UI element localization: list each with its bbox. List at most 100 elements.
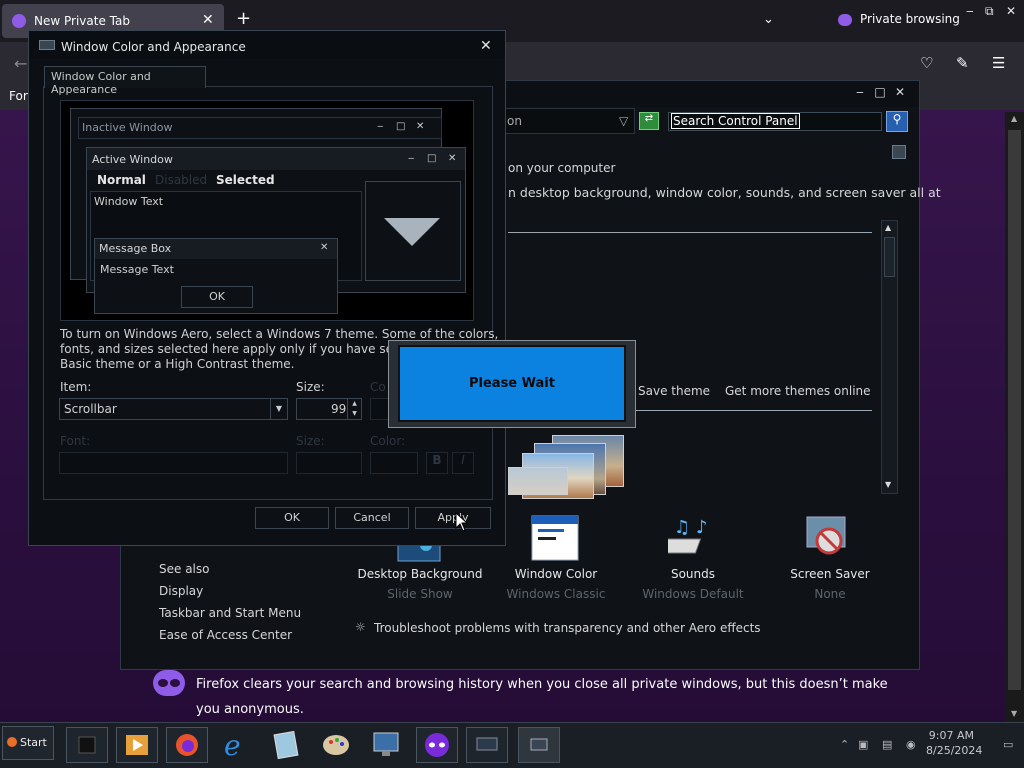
active-minimize-icon: ‒ <box>408 153 415 164</box>
show-desktop-icon[interactable]: ▭ <box>1003 738 1013 751</box>
themes-scrollbar[interactable]: ▲ ▼ <box>881 220 898 494</box>
see-also-taskbar-link[interactable]: Taskbar and Start Menu <box>159 606 301 620</box>
restore-window-button[interactable]: ⧉ <box>985 4 994 19</box>
please-wait-dialog: Please Wait <box>398 345 626 422</box>
item-dropdown-icon[interactable]: ▼ <box>270 399 287 419</box>
item-label: Item: <box>60 380 92 394</box>
tile-window-color-sub: Windows Classic <box>506 587 606 601</box>
taskbar-private-browsing-icon[interactable] <box>416 727 458 763</box>
get-more-themes-link[interactable]: Get more themes online <box>725 384 871 398</box>
cp-close-button[interactable]: ✕ <box>891 85 909 101</box>
dialog-close-icon[interactable]: ✕ <box>480 38 492 54</box>
item-select[interactable]: Scrollbar ▼ <box>59 398 288 420</box>
back-arrow-icon[interactable]: ← <box>14 54 27 73</box>
themes-scroll-thumb[interactable] <box>884 237 895 277</box>
search-placeholder: Search Control Panel <box>671 113 800 129</box>
size-stepper[interactable]: 99 ▲ ▼ <box>296 398 362 420</box>
tray-globe-icon[interactable]: ◉ <box>906 738 916 751</box>
address-dropdown-icon[interactable]: ▽ <box>619 114 628 128</box>
taskbar-media-player-icon[interactable] <box>116 727 158 763</box>
see-also-ease-of-access-link[interactable]: Ease of Access Center <box>159 628 292 642</box>
menu-hamburger-icon[interactable]: ☰ <box>992 54 1005 72</box>
tab-window-color-appearance[interactable]: Window Color and Appearance <box>44 66 206 96</box>
tile-desktop-background[interactable]: Desktop Background <box>350 567 490 581</box>
see-also-heading: See also <box>159 562 210 576</box>
scroll-down-arrow-icon[interactable]: ▼ <box>1011 709 1017 718</box>
color2-picker <box>370 452 418 474</box>
troubleshoot-link[interactable]: Troubleshoot problems with transparency … <box>374 621 761 635</box>
cancel-button[interactable]: Cancel <box>335 507 409 529</box>
active-maximize-icon: □ <box>427 153 437 164</box>
tile-sounds[interactable]: Sounds <box>623 567 763 581</box>
taskbar-cube-app-icon[interactable] <box>66 727 108 763</box>
intro-line-2: n desktop background, window color, soun… <box>508 185 941 200</box>
cp-maximize-button[interactable]: □ <box>871 85 889 101</box>
taskbar-control-panel-icon[interactable] <box>518 727 560 763</box>
tile-screen-saver[interactable]: Screen Saver <box>760 567 900 581</box>
tile-screen-saver-sub: None <box>814 587 846 601</box>
theme-slideshow-thumbnail[interactable] <box>508 435 624 499</box>
apply-button[interactable]: Apply <box>415 507 491 529</box>
page-scrollbar-thumb[interactable] <box>1008 130 1021 690</box>
tray-folder-icon[interactable]: ▤ <box>882 738 892 751</box>
message-box-close-icon: ✕ <box>320 242 329 253</box>
font-label: Font: <box>60 434 91 448</box>
tray-network-icon[interactable]: ▣ <box>858 738 868 751</box>
show-hidden-icons-chevron-icon[interactable]: ⌃ <box>840 738 849 751</box>
refresh-go-icon[interactable]: ⇄ <box>639 112 659 130</box>
address-bar[interactable]: on ▽ <box>500 108 635 134</box>
tile-desktop-background-sub: Slide Show <box>387 587 453 601</box>
size-stepper-arrows-icon[interactable]: ▲ ▼ <box>347 399 361 419</box>
close-window-button[interactable]: ✕ <box>1006 4 1016 18</box>
ok-button[interactable]: OK <box>255 507 329 529</box>
clock-time: 9:07 AM <box>928 729 974 742</box>
address-text: on <box>507 114 522 128</box>
screen-saver-icon[interactable] <box>805 513 853 563</box>
inactive-minimize-icon: ‒ <box>377 121 384 132</box>
minimize-window-button[interactable]: ‒ <box>966 4 974 18</box>
extensions-icon[interactable]: ✎ <box>956 54 969 72</box>
sounds-icon[interactable]: ♫ ♪ <box>654 513 716 563</box>
active-window-title: Active Window <box>92 153 173 166</box>
bookmark-item[interactable]: For <box>9 89 28 103</box>
page-scrollbar[interactable]: ▲ ▼ <box>1005 112 1024 722</box>
cp-minimize-button[interactable]: ‒ <box>851 85 869 101</box>
themes-scroll-down-icon[interactable]: ▼ <box>885 480 891 489</box>
tile-window-color[interactable]: Window Color <box>486 567 626 581</box>
taskbar-internet-explorer-icon[interactable]: e <box>216 727 258 763</box>
list-all-tabs-chevron-icon[interactable]: ⌄ <box>763 12 774 27</box>
clock-date: 8/25/2024 <box>926 744 983 757</box>
start-button[interactable]: Start <box>2 726 54 760</box>
taskbar-remote-desktop-icon[interactable] <box>366 727 408 763</box>
color1-picker <box>370 398 390 420</box>
search-control-panel-input[interactable]: Search Control Panel <box>668 112 882 131</box>
pocket-icon[interactable]: ♡ <box>920 54 933 72</box>
windows-orb-icon <box>7 737 17 747</box>
svg-text:♪: ♪ <box>696 517 708 538</box>
new-tab-button[interactable]: + <box>236 10 251 28</box>
troubleshoot-bulb-icon: ☼ <box>355 620 366 634</box>
taskbar-window-app-icon[interactable] <box>466 727 508 763</box>
scroll-up-arrow-icon[interactable]: ▲ <box>1011 114 1017 123</box>
inactive-maximize-icon: □ <box>396 121 406 132</box>
menu-selected: Selected <box>216 173 275 187</box>
save-theme-link[interactable]: Save theme <box>638 384 710 398</box>
tile-sounds-sub: Windows Default <box>642 587 744 601</box>
taskbar-clock[interactable]: 9:07 AM 8/25/2024 <box>926 728 983 758</box>
taskbar-firefox-icon[interactable] <box>166 727 208 763</box>
see-also-display-link[interactable]: Display <box>159 584 203 598</box>
svg-text:e: e <box>224 729 241 761</box>
tab-title: New Private Tab <box>34 14 130 28</box>
size-value: 99 <box>331 402 347 416</box>
tab-close-icon[interactable]: ✕ <box>202 12 214 28</box>
window-color-icon[interactable] <box>531 513 579 563</box>
menu-normal: Normal <box>97 173 146 187</box>
search-icon[interactable]: ⚲ <box>886 111 908 132</box>
preview-scrollbar <box>365 181 461 281</box>
help-icon[interactable] <box>892 145 906 159</box>
item-select-value: Scrollbar <box>64 402 117 416</box>
active-close-icon: ✕ <box>448 153 457 164</box>
taskbar-explorer-icon[interactable] <box>266 727 308 763</box>
themes-scroll-up-icon[interactable]: ▲ <box>885 223 891 232</box>
taskbar-paint-icon[interactable] <box>316 727 358 763</box>
